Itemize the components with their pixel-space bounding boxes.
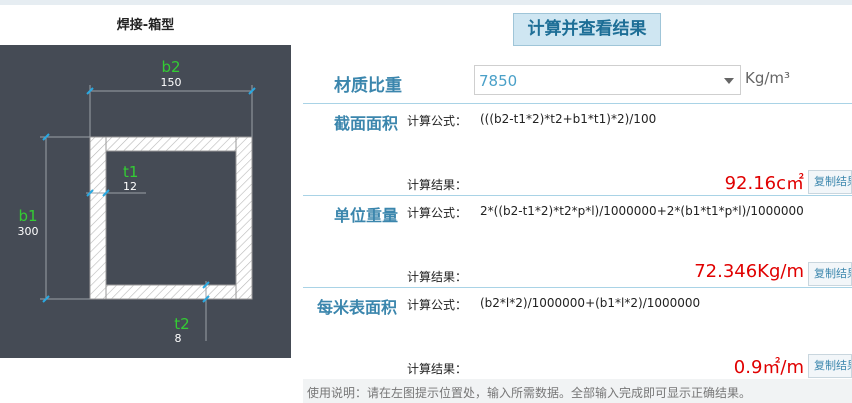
section-surface-title: 每米表面积 [317,298,398,317]
material-density-label: 材质比重 [334,76,402,96]
material-density-select[interactable]: 7850 [474,65,741,95]
result-label: 计算结果： [407,270,468,284]
left-web [89,136,107,300]
dim-t2-name: t2 [174,315,189,333]
section-weight: 单位重量 计算公式： 2*((b2-t1*2)*t2*p*l)/1000000+… [303,195,852,288]
copy-area-result-button[interactable]: 复制结果 [808,170,852,194]
top-flange [105,136,237,152]
dim-t2-value[interactable]: 8 [175,332,182,345]
section-diagram-panel: 焊接-箱型 b2 150 b1 300 t1 12 t2 8 [0,5,291,403]
weight-formula: 2*((b2-t1*2)*t2*p*l)/1000000+2*(b1*t1*p*… [480,204,804,218]
formula-label: 计算公式： [407,114,468,128]
copy-weight-result-button[interactable]: 复制结果 [808,262,852,286]
usage-note: 使用说明：请在左图提示位置处，输入所需数据。全部输入完成即可显示正确结果。 [307,386,752,400]
dim-b2-name: b2 [161,58,180,76]
dim-b1-name: b1 [18,207,37,225]
bottom-flange [105,284,237,300]
material-density-value: 7850 [479,72,518,90]
dim-t1-value[interactable]: 12 [123,180,137,193]
surface-result: 0.9㎡/m [733,357,804,378]
copy-surface-result-button[interactable]: 复制结果 [808,354,852,378]
calculate-button[interactable]: 计算并查看结果 [513,13,661,46]
chevron-down-icon [724,78,734,84]
right-web [235,136,253,300]
section-surface: 每米表面积 计算公式： (b2*l*2)/1000000+(b1*l*2)/10… [303,287,852,380]
result-label: 计算结果： [407,178,468,192]
area-formula: (((b2-t1*2)*t2+b1*t1)*2)/100 [480,112,657,126]
section-area-title: 截面面积 [334,114,399,133]
result-label: 计算结果： [407,362,468,376]
dim-t1-name: t1 [123,163,138,181]
diagram-svg: b2 150 b1 300 t1 12 t2 8 [18,58,256,345]
dim-b1-value[interactable]: 300 [18,225,39,238]
surface-formula: (b2*l*2)/1000000+(b1*l*2)/1000000 [480,296,701,310]
section-area: 截面面积 计算公式： (((b2-t1*2)*t2+b1*t1)*2)/100 … [303,103,852,196]
area-result: 92.16c㎡ [724,173,804,194]
dim-b2-value[interactable]: 150 [161,76,182,89]
section-weight-title: 单位重量 [334,206,399,225]
material-density-unit: Kg/m³ [745,69,791,87]
weight-result: 72.346Kg/m [694,261,804,282]
formula-label: 计算公式： [407,206,468,220]
box-section-diagram: b2 150 b1 300 t1 12 t2 8 [0,45,291,358]
formula-label: 计算公式： [407,298,468,312]
diagram-title: 焊接-箱型 [116,18,175,33]
calculation-panel: 计算并查看结果 材质比重 7850 Kg/m³ 截面面积 计算公式： (((b2… [303,5,852,403]
